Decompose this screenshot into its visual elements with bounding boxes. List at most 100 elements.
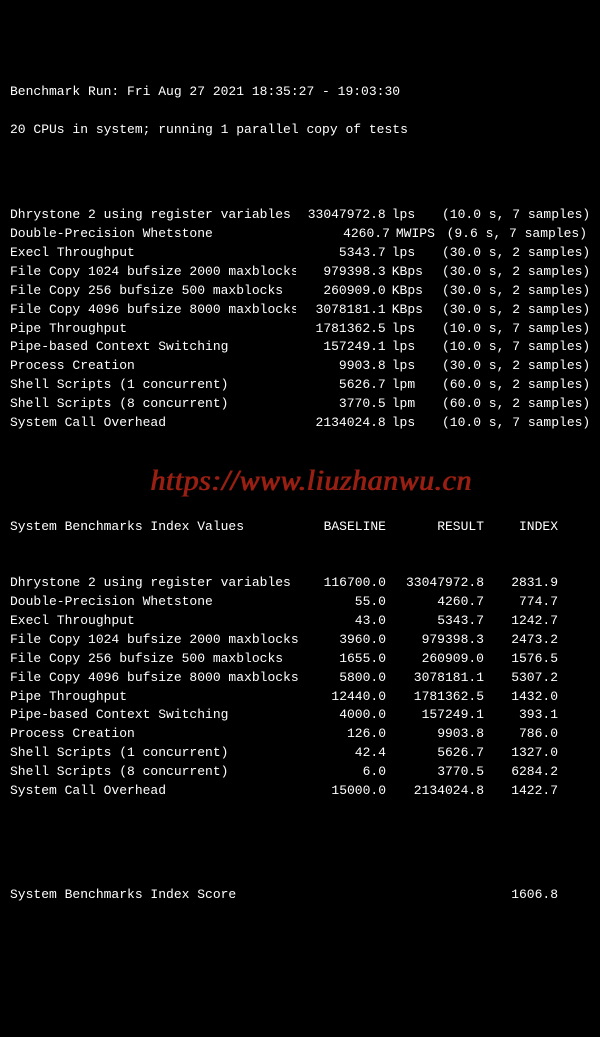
index-baseline: 5800.0 (308, 669, 386, 688)
result-value: 3078181.1 (296, 301, 386, 320)
index-value: 2831.9 (484, 574, 558, 593)
result-timing: (30.0 s, 2 samples) (432, 282, 590, 301)
result-value: 260909.0 (296, 282, 386, 301)
index-name: Double-Precision Whetstone (10, 593, 308, 612)
result-name: Shell Scripts (8 concurrent) (10, 395, 296, 414)
result-timing: (30.0 s, 2 samples) (432, 263, 590, 282)
index-baseline: 126.0 (308, 725, 386, 744)
index-row: Double-Precision Whetstone55.04260.7774.… (10, 593, 590, 612)
result-row: Shell Scripts (8 concurrent)3770.5lpm(60… (10, 395, 590, 414)
result-timing: (30.0 s, 2 samples) (432, 301, 590, 320)
result-unit: lpm (386, 376, 432, 395)
index-table: Dhrystone 2 using register variables1167… (10, 574, 590, 800)
result-row: Shell Scripts (1 concurrent)5626.7lpm(60… (10, 376, 590, 395)
index-name: Process Creation (10, 725, 308, 744)
result-value: 5626.7 (296, 376, 386, 395)
result-timing: (30.0 s, 2 samples) (432, 244, 590, 263)
result-name: Shell Scripts (1 concurrent) (10, 376, 296, 395)
index-row: System Call Overhead15000.02134024.81422… (10, 782, 590, 801)
index-baseline: 116700.0 (308, 574, 386, 593)
index-baseline: 42.4 (308, 744, 386, 763)
result-name: Execl Throughput (10, 244, 296, 263)
index-name: Dhrystone 2 using register variables (10, 574, 308, 593)
index-result: 4260.7 (386, 593, 484, 612)
result-name: File Copy 4096 bufsize 8000 maxblocks (10, 301, 296, 320)
result-unit: lps (386, 414, 432, 433)
result-timing: (9.6 s, 7 samples) (437, 225, 590, 244)
result-name: Dhrystone 2 using register variables (10, 206, 296, 225)
result-value: 4260.7 (299, 225, 390, 244)
result-timing: (60.0 s, 2 samples) (432, 395, 590, 414)
result-timing: (10.0 s, 7 samples) (432, 206, 590, 225)
result-name: Double-Precision Whetstone (10, 225, 299, 244)
result-row: File Copy 4096 bufsize 8000 maxblocks307… (10, 301, 590, 320)
index-value: 2473.2 (484, 631, 558, 650)
index-value: 786.0 (484, 725, 558, 744)
index-header-row: System Benchmarks Index Values BASELINE … (10, 518, 590, 537)
result-row: Process Creation9903.8lps(30.0 s, 2 samp… (10, 357, 590, 376)
score-row: System Benchmarks Index Score 1606.8 (10, 886, 590, 905)
index-baseline: 4000.0 (308, 706, 386, 725)
index-result: 260909.0 (386, 650, 484, 669)
index-header-title: System Benchmarks Index Values (10, 518, 308, 537)
result-value: 5343.7 (296, 244, 386, 263)
index-baseline: 15000.0 (308, 782, 386, 801)
index-baseline: 1655.0 (308, 650, 386, 669)
result-timing: (10.0 s, 7 samples) (432, 320, 590, 339)
index-value: 1422.7 (484, 782, 558, 801)
result-timing: (30.0 s, 2 samples) (432, 357, 590, 376)
index-row: Execl Throughput43.05343.71242.7 (10, 612, 590, 631)
index-baseline: 55.0 (308, 593, 386, 612)
result-row: Pipe Throughput1781362.5lps(10.0 s, 7 sa… (10, 320, 590, 339)
result-timing: (10.0 s, 7 samples) (432, 414, 590, 433)
index-baseline: 12440.0 (308, 688, 386, 707)
index-name: File Copy 1024 bufsize 2000 maxblocks (10, 631, 308, 650)
result-name: Pipe Throughput (10, 320, 296, 339)
result-unit: lps (386, 244, 432, 263)
result-unit: KBps (386, 263, 432, 282)
index-name: Execl Throughput (10, 612, 308, 631)
score-label: System Benchmarks Index Score (10, 886, 484, 905)
index-result: 33047972.8 (386, 574, 484, 593)
index-row: Pipe Throughput12440.01781362.51432.0 (10, 688, 590, 707)
index-value: 393.1 (484, 706, 558, 725)
index-name: Shell Scripts (1 concurrent) (10, 744, 308, 763)
results-table: Dhrystone 2 using register variables3304… (10, 206, 590, 432)
index-baseline: 6.0 (308, 763, 386, 782)
index-value: 1432.0 (484, 688, 558, 707)
index-result: 5626.7 (386, 744, 484, 763)
result-row: File Copy 1024 bufsize 2000 maxblocks979… (10, 263, 590, 282)
index-name: Pipe-based Context Switching (10, 706, 308, 725)
index-row: Shell Scripts (8 concurrent)6.03770.5628… (10, 763, 590, 782)
result-unit: lps (386, 338, 432, 357)
index-baseline: 43.0 (308, 612, 386, 631)
index-header-result: RESULT (386, 518, 484, 537)
index-result: 2134024.8 (386, 782, 484, 801)
result-name: File Copy 256 bufsize 500 maxblocks (10, 282, 296, 301)
result-value: 157249.1 (296, 338, 386, 357)
index-result: 9903.8 (386, 725, 484, 744)
index-row: File Copy 1024 bufsize 2000 maxblocks396… (10, 631, 590, 650)
index-baseline: 3960.0 (308, 631, 386, 650)
result-value: 2134024.8 (296, 414, 386, 433)
index-value: 1327.0 (484, 744, 558, 763)
result-row: Pipe-based Context Switching157249.1lps(… (10, 338, 590, 357)
result-name: File Copy 1024 bufsize 2000 maxblocks (10, 263, 296, 282)
index-row: Pipe-based Context Switching4000.0157249… (10, 706, 590, 725)
index-result: 3770.5 (386, 763, 484, 782)
index-row: Shell Scripts (1 concurrent)42.45626.713… (10, 744, 590, 763)
result-unit: lps (386, 320, 432, 339)
score-value: 1606.8 (484, 886, 558, 905)
index-result: 979398.3 (386, 631, 484, 650)
watermark-text: https://www.liuzhanwu.cn (150, 459, 471, 503)
result-value: 1781362.5 (296, 320, 386, 339)
result-value: 33047972.8 (296, 206, 386, 225)
index-name: System Call Overhead (10, 782, 308, 801)
result-value: 9903.8 (296, 357, 386, 376)
result-value: 3770.5 (296, 395, 386, 414)
index-name: Shell Scripts (8 concurrent) (10, 763, 308, 782)
result-unit: lps (386, 206, 432, 225)
result-unit: KBps (386, 301, 432, 320)
index-row: Process Creation126.09903.8786.0 (10, 725, 590, 744)
index-name: Pipe Throughput (10, 688, 308, 707)
